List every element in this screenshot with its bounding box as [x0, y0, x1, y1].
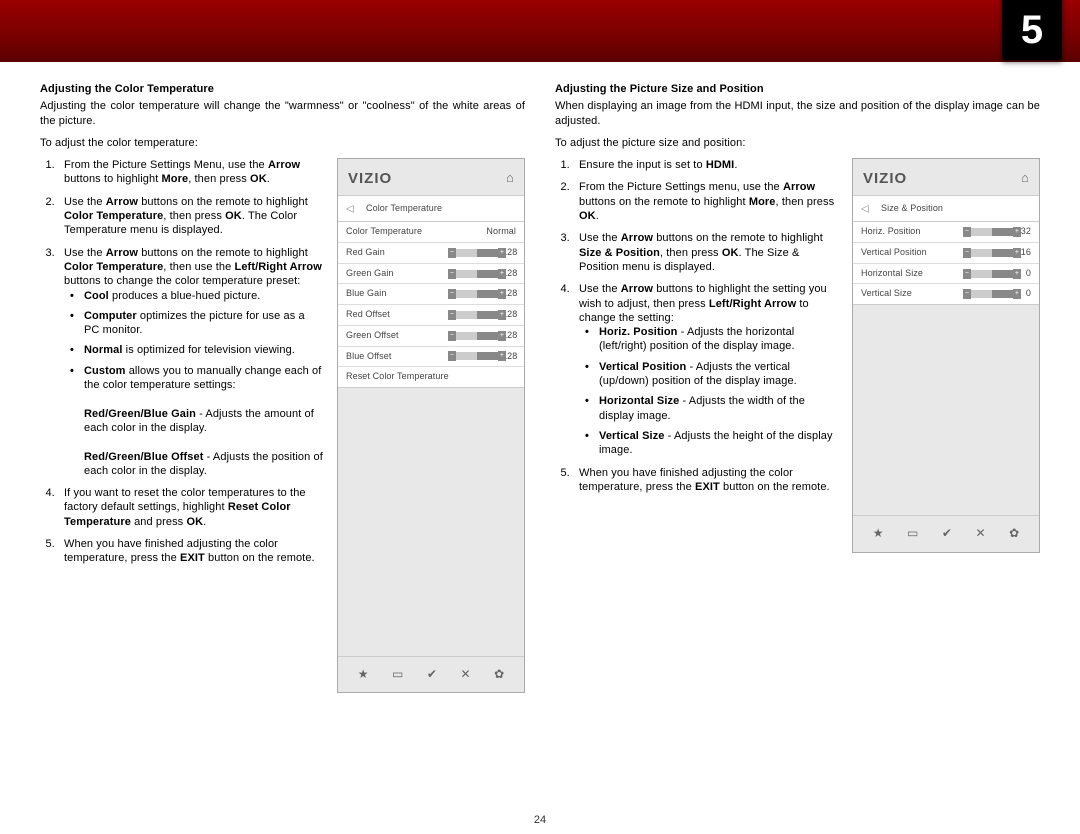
- menu-brand: VIZIO: [863, 169, 907, 189]
- back-icon: ◁: [346, 202, 354, 215]
- bullet: Custom allows you to manually change eac…: [70, 364, 525, 478]
- menu-row: Red Gain128: [338, 243, 524, 264]
- menu-row: Green Gain128: [338, 264, 524, 285]
- menu-row: Horiz. Position32: [853, 222, 1039, 243]
- menu-brand: VIZIO: [348, 169, 392, 189]
- intro-text: Adjusting the color temperature will cha…: [40, 99, 525, 128]
- menu-row: Vertical Position16: [853, 243, 1039, 264]
- home-icon: ⌂: [506, 170, 514, 187]
- wide-icon: ▭: [907, 526, 918, 542]
- left-column: Adjusting the Color Temperature Adjustin…: [40, 82, 525, 806]
- size-position-menu-card: VIZIO ⌂ ◁ Size & Position Horiz. Positio…: [852, 158, 1040, 553]
- menu-row: Color Temperature Normal: [338, 222, 524, 243]
- menu-bottom-icons: ★ ▭ ✔ ✕ ✿: [853, 515, 1039, 552]
- star-icon: ★: [358, 667, 369, 683]
- close-icon: ✕: [461, 667, 471, 683]
- back-icon: ◁: [861, 202, 869, 215]
- menu-row: Vertical Size0: [853, 284, 1039, 304]
- intro-text: When displaying an image from the HDMI i…: [555, 99, 1040, 128]
- v-icon: ✔: [942, 526, 952, 542]
- right-column: Adjusting the Picture Size and Position …: [555, 82, 1040, 806]
- lead-text: To adjust the color temperature:: [40, 136, 525, 150]
- bullet: Vertical Size - Adjusts the height of th…: [585, 429, 1040, 458]
- section-title: Adjusting the Color Temperature: [40, 82, 525, 96]
- wide-icon: ▭: [392, 667, 403, 683]
- bullet: Computer optimizes the picture for use a…: [70, 309, 525, 338]
- v-icon: ✔: [427, 667, 437, 683]
- menu-subtitle: ◁ Size & Position: [853, 196, 1039, 223]
- lead-text: To adjust the picture size and position:: [555, 136, 1040, 150]
- bullet: Horiz. Position - Adjusts the horizontal…: [585, 325, 1040, 354]
- bullet: Cool produces a blue-hued picture.: [70, 289, 525, 303]
- chapter-number: 5: [1002, 0, 1062, 60]
- chapter-banner: 5: [0, 0, 1080, 62]
- home-icon: ⌂: [1021, 170, 1029, 187]
- page-content: Adjusting the Color Temperature Adjustin…: [40, 82, 1040, 806]
- gear-icon: ✿: [1009, 526, 1019, 542]
- menu-subtitle: ◁ Color Temperature: [338, 196, 524, 223]
- menu-row: Horizontal Size0: [853, 264, 1039, 285]
- star-icon: ★: [873, 526, 884, 542]
- section-title: Adjusting the Picture Size and Position: [555, 82, 1040, 96]
- menu-bottom-icons: ★ ▭ ✔ ✕ ✿: [338, 656, 524, 693]
- close-icon: ✕: [976, 526, 986, 542]
- page-number: 24: [0, 814, 1080, 826]
- bullet: Horizontal Size - Adjusts the width of t…: [585, 394, 1040, 423]
- bullet: Normal is optimized for television viewi…: [70, 343, 525, 357]
- bullet: Vertical Position - Adjusts the vertical…: [585, 360, 1040, 389]
- gear-icon: ✿: [494, 667, 504, 683]
